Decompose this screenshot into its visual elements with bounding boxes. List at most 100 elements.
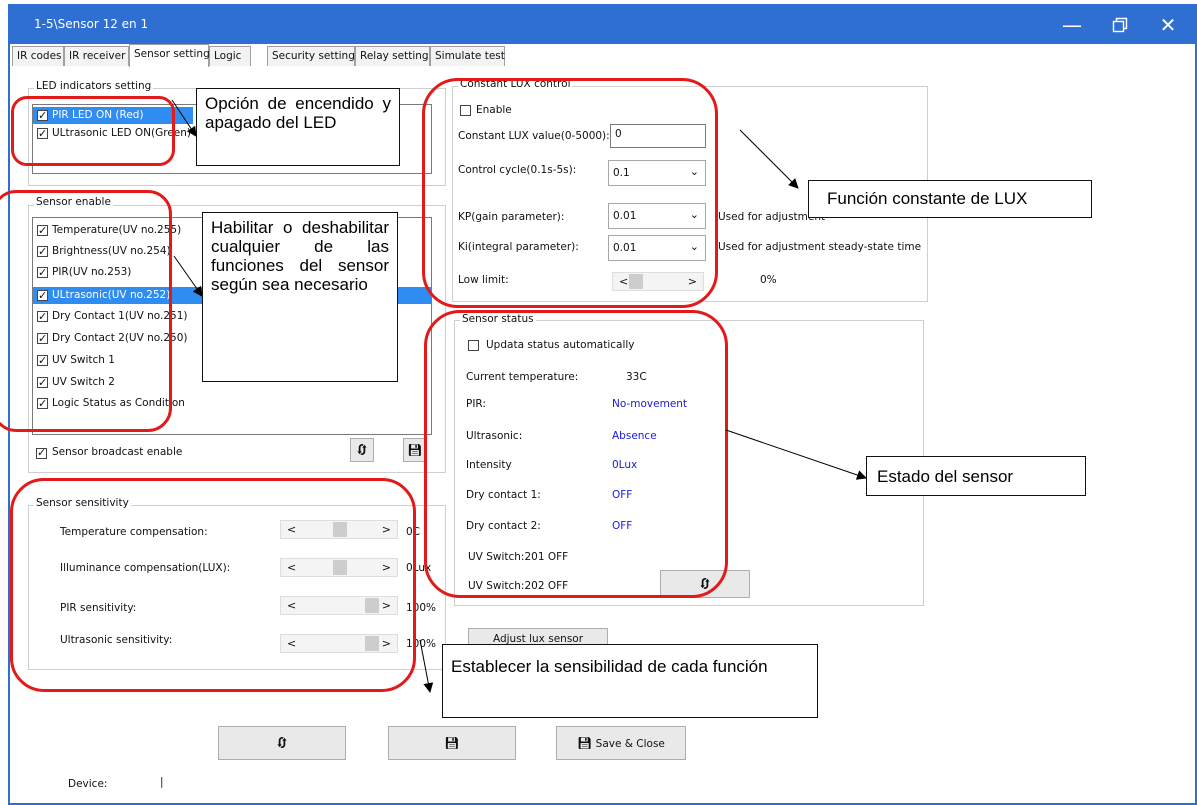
cycle-label: Control cycle(0.1s-5s): (458, 164, 577, 176)
cycle-value: 0.1 (613, 167, 630, 179)
status-value: Absence (612, 430, 657, 442)
enable-checkbox[interactable] (37, 288, 48, 304)
led-pir-label: PIR LED ON (Red) (52, 109, 144, 121)
tab-ir-receiver[interactable]: IR receiver (64, 46, 129, 66)
low-limit-label: Low limit: (458, 274, 509, 286)
lux-group-label: Constant LUX control (458, 78, 573, 90)
lux-value-input[interactable]: 0 (610, 124, 706, 148)
lux-enable-label: Enable (476, 104, 512, 116)
sensitivity-value: 0C (406, 526, 421, 538)
title-bar: 1-5\Sensor 12 en 1 — ✕ (10, 6, 1195, 44)
kp-label: KP(gain parameter): (458, 211, 565, 223)
chevron-down-icon: ⌄ (689, 165, 699, 178)
enable-label: Brightness(UV no.254) (52, 245, 171, 257)
floppy-icon: 💾︎ (407, 443, 423, 457)
tab-logic[interactable]: Logic (209, 46, 251, 66)
cycle-select[interactable]: 0.1 ⌄ (608, 160, 706, 186)
tab-relay-setting[interactable]: Relay setting (355, 46, 430, 66)
sensitivity-label: Illuminance compensation(LUX): (60, 562, 231, 574)
lux-enable-checkbox[interactable] (460, 105, 471, 116)
device-label: Device: (68, 778, 108, 790)
refresh-icon: 🔄︎ (698, 577, 711, 591)
enable-label: Temperature(UV no.255) (52, 224, 182, 236)
enable-checkbox[interactable] (37, 244, 48, 260)
refresh-enable-button[interactable]: 🔄︎ (350, 438, 374, 462)
kp-select[interactable]: 0.01 ⌄ (608, 203, 706, 229)
broadcast-checkbox[interactable] (36, 446, 47, 459)
enable-checkbox[interactable] (37, 223, 48, 239)
led-ultrasonic-checkbox[interactable] (37, 126, 48, 142)
save-enable-button[interactable]: 💾︎ (403, 438, 427, 462)
enable-checkbox[interactable] (37, 375, 48, 391)
temp-compensation-slider[interactable]: < > (280, 520, 398, 539)
status-label: Intensity (466, 459, 512, 471)
lux-compensation-slider[interactable]: < > (280, 558, 398, 577)
status-value: OFF (612, 489, 633, 501)
tab-sensor-setting[interactable]: Sensor setting (129, 44, 210, 67)
ki-label: Ki(integral parameter): (458, 241, 579, 253)
enable-checkbox[interactable] (37, 396, 48, 412)
sensitivity-label: Ultrasonic sensitivity: (60, 634, 173, 646)
close-icon[interactable]: ✕ (1145, 6, 1191, 44)
callout-led: Opción de encendido y apagado del LED (196, 88, 400, 166)
pir-sensitivity-slider[interactable]: < > (280, 596, 398, 615)
ki-note: Used for adjustment steady-state time (718, 241, 922, 253)
enable-label: UV Switch 1 (52, 354, 115, 366)
sensitivity-value: 100% (406, 638, 437, 650)
status-group-label: Sensor status (460, 313, 536, 325)
broadcast-label: Sensor broadcast enable (52, 446, 183, 458)
enable-label: Dry Contact 2(UV no.250) (52, 332, 188, 344)
enable-label: ULtrasonic(UV no.252) (52, 289, 171, 301)
status-value: 33C (626, 371, 647, 383)
enable-checkbox[interactable] (37, 309, 48, 325)
tab-security-setting[interactable]: Security setting (267, 46, 355, 66)
led-pir-checkbox[interactable] (37, 108, 48, 124)
save-close-label: Save & Close (595, 738, 665, 750)
sensitivity-value: 0Lux (406, 562, 432, 574)
led-ultrasonic-label: ULtrasonic LED ON(Green) (52, 127, 191, 139)
enable-checkbox[interactable] (37, 353, 48, 369)
device-value-separator: | (160, 776, 164, 788)
uv-switch-2: UV Switch:202 OFF (468, 580, 569, 592)
status-label: Dry contact 1: (466, 489, 541, 501)
minimize-icon[interactable]: — (1049, 6, 1095, 44)
auto-update-checkbox[interactable] (468, 340, 479, 351)
status-value: No-movement (612, 398, 688, 410)
uv-switch-1: UV Switch:201 OFF (468, 551, 569, 563)
status-value: OFF (612, 520, 633, 532)
low-limit-slider[interactable]: < > (612, 272, 704, 291)
callout-sensitivity: Establecer la sensibilidad de cada funci… (442, 644, 818, 718)
save-button[interactable]: 💾︎ (388, 726, 516, 760)
status-value: 0Lux (612, 459, 638, 471)
window-title: 1-5\Sensor 12 en 1 (34, 17, 149, 31)
floppy-icon: 💾︎ (577, 736, 593, 750)
status-label: Ultrasonic: (466, 430, 523, 442)
ki-value: 0.01 (613, 242, 637, 254)
callout-status: Estado del sensor (866, 456, 1086, 496)
enable-label: UV Switch 2 (52, 376, 115, 388)
chevron-down-icon: ⌄ (689, 208, 699, 221)
sensitivity-group-label: Sensor sensitivity (34, 497, 131, 509)
callout-enable: Habilitar o deshabilitar cualquier de la… (202, 212, 398, 382)
save-close-button[interactable]: 💾︎ Save & Close (556, 726, 686, 760)
refresh-button[interactable]: 🔄︎ (218, 726, 346, 760)
status-label: Dry contact 2: (466, 520, 541, 532)
sensitivity-label: Temperature compensation: (60, 526, 208, 538)
sensitivity-value: 100% (406, 602, 437, 614)
ki-select[interactable]: 0.01 ⌄ (608, 235, 706, 261)
ultrasonic-sensitivity-slider[interactable]: < > (280, 634, 398, 653)
tab-simulate-test[interactable]: Simulate test (430, 46, 505, 66)
enable-checkbox[interactable] (37, 265, 48, 281)
enable-label: Dry Contact 1(UV no.251) (52, 310, 188, 322)
status-label: PIR: (466, 398, 486, 410)
low-limit-value: 0% (760, 274, 777, 286)
led-item-pir[interactable]: PIR LED ON (Red) (33, 107, 193, 124)
kp-value: 0.01 (613, 210, 637, 222)
tab-ir-codes[interactable]: IR codes (12, 46, 64, 66)
refresh-status-button[interactable]: 🔄︎ (660, 570, 750, 598)
restore-icon[interactable] (1097, 6, 1143, 44)
callout-lux: Función constante de LUX (808, 180, 1092, 218)
refresh-icon: 🔄︎ (355, 443, 368, 457)
chevron-down-icon: ⌄ (689, 240, 699, 253)
enable-checkbox[interactable] (37, 331, 48, 347)
